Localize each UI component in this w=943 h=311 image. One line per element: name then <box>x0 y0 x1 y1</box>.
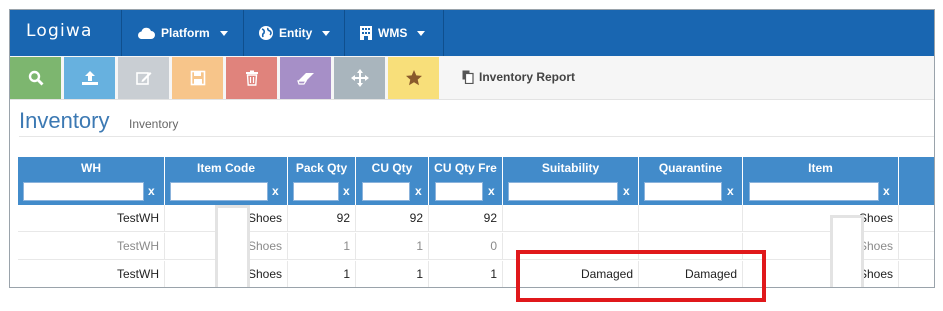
nav-divider <box>443 10 444 56</box>
column-cu-qty[interactable]: CU Qty x <box>356 157 429 205</box>
table-row[interactable]: TestWH Shoes 1 1 0 Shoes <box>18 233 934 260</box>
cell-cu-qty: 1 <box>356 233 429 260</box>
cell-wh: TestWH <box>18 261 165 287</box>
filter-wh-input[interactable] <box>23 182 144 201</box>
move-icon <box>350 69 369 87</box>
column-pack-qty[interactable]: Pack Qty x <box>288 157 356 205</box>
item-thumbnail-placeholder <box>830 215 864 287</box>
upload-button[interactable] <box>64 57 115 99</box>
column-quarantine-label: Quarantine <box>658 161 723 175</box>
search-icon <box>28 70 43 86</box>
chevron-down-icon <box>219 30 228 36</box>
inventory-report-link[interactable]: Inventory Report <box>462 70 575 84</box>
column-cu-qty-label: CU Qty <box>371 161 413 175</box>
chevron-down-icon <box>322 30 331 36</box>
eraser-icon <box>296 73 314 85</box>
filter-wh-clear-button[interactable]: x <box>148 184 155 198</box>
column-item-code-label: Item Code <box>196 161 255 175</box>
chevron-down-icon <box>417 30 426 36</box>
search-button[interactable] <box>10 57 61 99</box>
cell-wh: TestWH <box>18 205 165 232</box>
cell-pack-qty: 92 <box>288 205 356 232</box>
filter-pack-qty-input[interactable] <box>293 182 339 201</box>
column-pack-qty-label: Pack Qty <box>295 161 348 175</box>
highlight-box <box>516 250 766 302</box>
filter-suitability-input[interactable] <box>508 182 618 201</box>
column-wh[interactable]: WH x <box>18 157 165 205</box>
top-navbar: Logiwa Platform Entity WMS <box>10 10 934 56</box>
column-item[interactable]: Item x <box>743 157 899 205</box>
inventory-grid: WH x Item Code x Pack Qty x CU Qty x CU … <box>18 157 934 287</box>
logo[interactable]: Logiwa <box>26 21 93 41</box>
cell-cu-qty-free: 0 <box>429 233 503 260</box>
filter-suitability-clear-button[interactable]: x <box>623 184 630 198</box>
column-item-code[interactable]: Item Code x <box>165 157 288 205</box>
page-subtitle: Inventory <box>129 117 179 131</box>
cell-cu-qty-free: 92 <box>429 205 503 232</box>
save-button[interactable] <box>172 57 223 99</box>
filter-item-code-clear-button[interactable]: x <box>272 184 279 198</box>
table-row[interactable]: TestWH Shoes 1 1 1 Damaged Damaged Shoes <box>18 261 934 287</box>
column-suitability-label: Suitability <box>541 161 600 175</box>
nav-platform[interactable]: Platform <box>121 10 233 56</box>
cell-suitability <box>503 205 639 232</box>
filter-pack-qty-clear-button[interactable]: x <box>343 184 350 198</box>
column-item-label: Item <box>808 161 833 175</box>
cell-quarantine <box>639 205 743 232</box>
cell-pack-qty: 1 <box>288 233 356 260</box>
filter-quarantine-clear-button[interactable]: x <box>727 184 734 198</box>
column-suitability[interactable]: Suitability x <box>503 157 639 205</box>
cell-item: Shoes <box>743 205 899 232</box>
move-button[interactable] <box>334 57 385 99</box>
cell-cu-qty: 92 <box>356 205 429 232</box>
cell-cu-qty: 1 <box>356 261 429 287</box>
cell-pack-qty: 1 <box>288 261 356 287</box>
filter-cu-qty-input[interactable] <box>362 182 410 201</box>
clear-button[interactable] <box>280 57 331 99</box>
nav-entity-label: Entity <box>279 26 313 40</box>
column-quarantine[interactable]: Quarantine x <box>639 157 743 205</box>
copy-icon <box>462 70 474 84</box>
filter-cu-qty-clear-button[interactable]: x <box>415 184 422 198</box>
nav-wms-label: WMS <box>378 26 408 40</box>
page-title: Inventory <box>19 108 110 133</box>
table-row[interactable]: TestWH Shoes 92 92 92 Shoes <box>18 205 934 232</box>
nav-wms[interactable]: WMS <box>344 10 443 56</box>
cell-item: Shoes <box>743 233 899 260</box>
column-overflow <box>899 157 934 205</box>
cell-item: Shoes <box>743 261 899 287</box>
column-cu-qty-free-label: CU Qty Fre <box>434 161 497 175</box>
item-code-thumbnail-placeholder <box>215 205 250 287</box>
favorite-button[interactable] <box>388 57 439 99</box>
delete-button[interactable] <box>226 57 277 99</box>
filter-cu-qty-free-input[interactable] <box>435 182 483 201</box>
inventory-report-label: Inventory Report <box>479 70 576 84</box>
app-window: Logiwa Platform Entity WMS Inventory Rep… <box>9 9 935 288</box>
edit-icon <box>135 72 151 85</box>
upload-icon <box>81 71 98 85</box>
nav-entity[interactable]: Entity <box>243 10 344 56</box>
divider <box>19 136 934 137</box>
filter-item-code-input[interactable] <box>170 182 268 201</box>
column-wh-label: WH <box>81 161 101 175</box>
edit-button[interactable] <box>118 57 169 99</box>
column-cu-qty-free[interactable]: CU Qty Fre x <box>429 157 503 205</box>
building-icon <box>359 25 373 41</box>
filter-item-input[interactable] <box>749 182 879 201</box>
globe-icon <box>258 25 274 41</box>
cell-wh: TestWH <box>18 233 165 260</box>
trash-icon <box>245 70 258 86</box>
filter-cu-qty-free-clear-button[interactable]: x <box>488 184 495 198</box>
toolbar: Inventory Report <box>10 56 934 100</box>
nav-platform-label: Platform <box>161 26 210 40</box>
cloud-icon <box>136 26 156 40</box>
cell-cu-qty-free: 1 <box>429 261 503 287</box>
filter-quarantine-input[interactable] <box>644 182 722 201</box>
save-icon <box>190 70 205 86</box>
star-icon <box>405 70 422 86</box>
filter-item-clear-button[interactable]: x <box>883 184 890 198</box>
grid-header: WH x Item Code x Pack Qty x CU Qty x CU … <box>18 157 934 205</box>
